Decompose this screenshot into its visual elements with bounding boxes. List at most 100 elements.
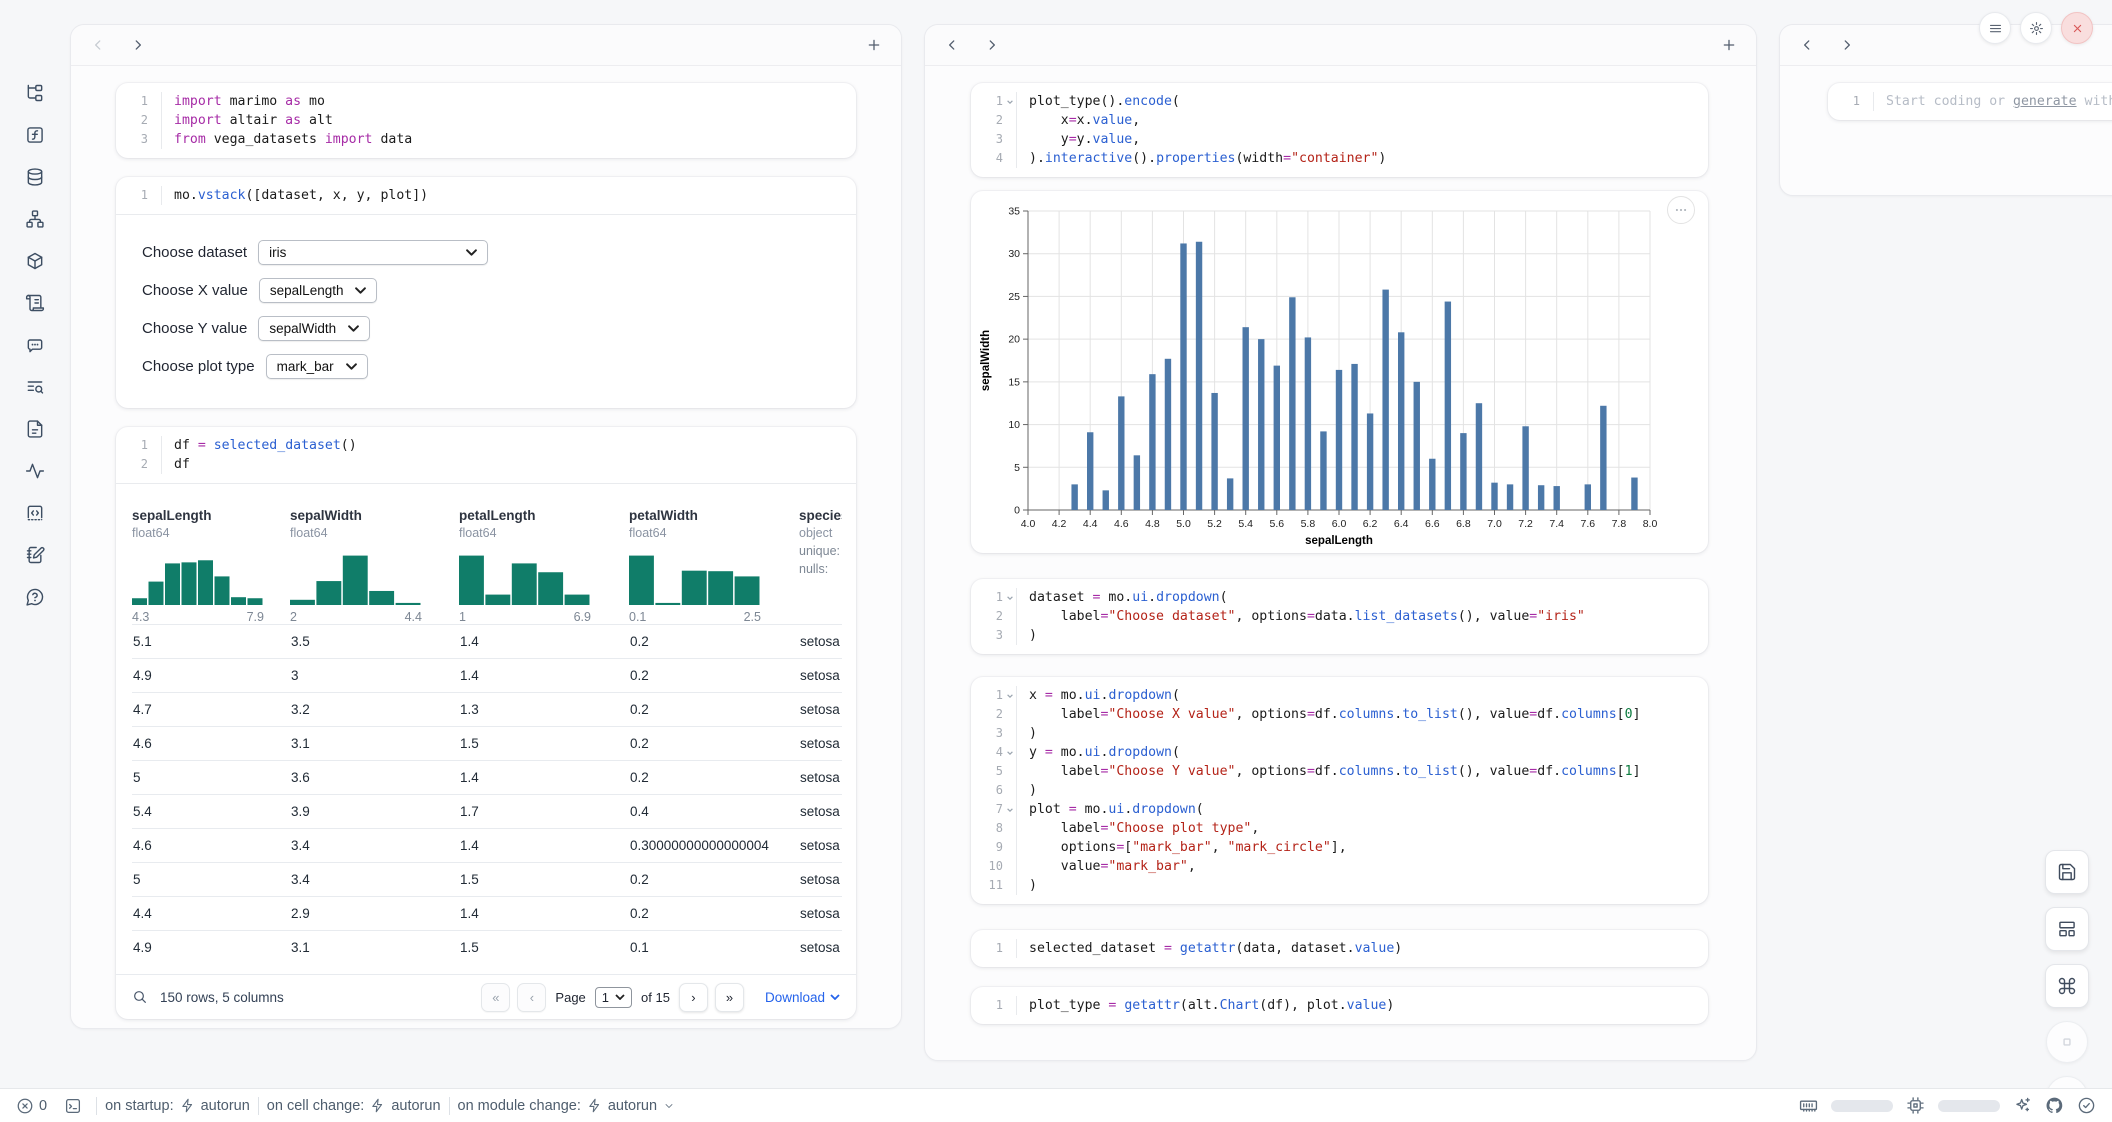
code-line[interactable]: 3from vega_datasets import data [116, 130, 856, 149]
column-header[interactable]: speciesobjectunique:nulls: [799, 496, 842, 624]
dropdown-select[interactable]: mark_bar [266, 354, 368, 379]
code-line[interactable]: 2import altair as alt [116, 111, 856, 130]
command-palette-button[interactable] [2045, 964, 2089, 1008]
dependency-graph-icon[interactable] [18, 204, 52, 234]
column-prev-button[interactable] [943, 36, 961, 54]
chat-bot-icon[interactable] [18, 330, 52, 360]
package-box-icon[interactable] [18, 246, 52, 276]
table-row[interactable]: 4.63.11.50.2setosa [132, 726, 842, 760]
terminal-icon[interactable] [64, 1097, 82, 1115]
code-line[interactable]: 11) [971, 876, 1708, 895]
scroll-logs-icon[interactable] [18, 288, 52, 318]
column-next-button[interactable] [1838, 36, 1856, 54]
table-row[interactable]: 53.41.50.2setosa [132, 862, 842, 896]
menu-button[interactable] [1979, 12, 2011, 44]
code-line[interactable]: 2df [116, 455, 856, 474]
code-line[interactable]: 4).interactive().properties(width="conta… [971, 149, 1708, 168]
code-line[interactable]: 5 label="Choose Y value", options=df.col… [971, 762, 1708, 781]
add-cell-button[interactable] [1720, 36, 1738, 54]
code-line[interactable]: 4y = mo.ui.dropdown( [971, 743, 1708, 762]
code-line[interactable]: 1plot_type = getattr(alt.Chart(df), plot… [971, 996, 1708, 1015]
code-line[interactable]: 1selected_dataset = getattr(data, datase… [971, 939, 1708, 958]
save-button[interactable] [2045, 850, 2089, 894]
code-line[interactable]: 3 y=y.value, [971, 130, 1708, 149]
code-line[interactable]: 3) [971, 626, 1708, 645]
cell-vstack[interactable]: 1mo.vstack([dataset, x, y, plot]) Choose… [116, 177, 856, 408]
code-line[interactable]: 7plot = mo.ui.dropdown( [971, 800, 1708, 819]
settings-gear-button[interactable] [2020, 12, 2052, 44]
column-next-button[interactable] [129, 36, 147, 54]
table-row[interactable]: 5.43.91.70.4setosa [132, 794, 842, 828]
layout-panels-button[interactable] [2045, 907, 2089, 951]
table-row[interactable]: 53.61.40.2setosa [132, 760, 842, 794]
cell-dataset-dropdown[interactable]: 1dataset = mo.ui.dropdown(2 label="Choos… [971, 579, 1708, 654]
column-header[interactable]: sepalWidthfloat6424.4 [290, 496, 459, 624]
cell-dataframe[interactable]: 1df = selected_dataset()2df sepalLengthf… [116, 427, 856, 1019]
code-line[interactable]: 1import marimo as mo [116, 92, 856, 111]
cell-plot-code[interactable]: 1plot_type().encode(2 x=x.value,3 y=y.va… [971, 83, 1708, 177]
code-line[interactable]: 2 label="Choose dataset", options=data.l… [971, 607, 1708, 626]
column-header[interactable]: petalWidthfloat640.12.5 [629, 496, 799, 624]
ai-sparkles-icon[interactable] [2013, 1096, 2032, 1115]
download-link[interactable]: Download [765, 990, 840, 1005]
fold-toggle-icon[interactable] [1003, 92, 1016, 111]
bar-chart[interactable]: 4.04.24.44.64.85.05.25.45.65.86.06.26.46… [977, 197, 1708, 549]
file-tree-icon[interactable] [18, 78, 52, 108]
column-header[interactable]: petalLengthfloat6416.9 [459, 496, 629, 624]
cell-plot-type[interactable]: 1plot_type = getattr(alt.Chart(df), plot… [971, 987, 1708, 1024]
on-startup-setting[interactable]: on startup: autorun [105, 1098, 250, 1114]
cell-chart-output[interactable]: 4.04.24.44.64.85.05.25.45.65.86.06.26.46… [971, 191, 1708, 553]
code-line[interactable]: 2 x=x.value, [971, 111, 1708, 130]
code-line[interactable]: 8 label="Choose plot type", [971, 819, 1708, 838]
function-square-icon[interactable] [18, 120, 52, 150]
fold-toggle-icon[interactable] [1003, 588, 1016, 607]
code-line[interactable]: 1dataset = mo.ui.dropdown( [971, 588, 1708, 607]
dropdown-select[interactable]: sepalLength [259, 278, 378, 303]
table-row[interactable]: 5.13.51.40.2setosa [132, 624, 842, 658]
table-row[interactable]: 4.63.41.40.30000000000000004setosa [132, 828, 842, 862]
cell-selected-dataset[interactable]: 1selected_dataset = getattr(data, datase… [971, 930, 1708, 967]
table-row[interactable]: 4.931.40.2setosa [132, 658, 842, 692]
code-snippet-icon[interactable] [18, 498, 52, 528]
code-line[interactable]: 6) [971, 781, 1708, 800]
table-row[interactable]: 4.93.11.50.1setosa [132, 930, 842, 964]
chart-options-button[interactable] [1667, 196, 1695, 224]
code-line[interactable]: 2 label="Choose X value", options=df.col… [971, 705, 1708, 724]
dropdown-select[interactable]: sepalWidth [258, 316, 370, 341]
code-line[interactable]: 1Start coding or generate with [1828, 92, 2112, 111]
last-page-button[interactable]: » [715, 983, 744, 1012]
help-chat-icon[interactable] [18, 582, 52, 612]
table-row[interactable]: 4.42.91.40.2setosa [132, 896, 842, 930]
cell-imports[interactable]: 1import marimo as mo2import altair as al… [116, 83, 856, 158]
add-cell-button[interactable] [865, 36, 883, 54]
github-icon[interactable] [2045, 1096, 2064, 1115]
on-module-change-setting[interactable]: on module change: autorun [458, 1098, 676, 1114]
dropdown-select[interactable]: iris [258, 240, 488, 265]
code-line[interactable]: 10 value="mark_bar", [971, 857, 1708, 876]
activity-pulse-icon[interactable] [18, 456, 52, 486]
scratchpad-icon[interactable] [18, 540, 52, 570]
table-row[interactable]: 4.73.21.30.2setosa [132, 692, 842, 726]
cell-empty-editor[interactable]: 1Start coding or generate with [1828, 83, 2112, 120]
column-next-button[interactable] [983, 36, 1001, 54]
database-icon[interactable] [18, 162, 52, 192]
page-select[interactable]: 1 [595, 987, 632, 1008]
search-list-icon[interactable] [18, 372, 52, 402]
search-icon[interactable] [132, 989, 148, 1005]
fold-toggle-icon[interactable] [1003, 800, 1016, 819]
code-line[interactable]: 1df = selected_dataset() [116, 436, 856, 455]
fold-toggle-icon[interactable] [1003, 743, 1016, 762]
code-line[interactable]: 1plot_type().encode( [971, 92, 1708, 111]
close-button[interactable] [2061, 12, 2093, 44]
on-cell-change-setting[interactable]: on cell change: autorun [267, 1098, 441, 1114]
document-icon[interactable] [18, 414, 52, 444]
stop-button[interactable] [2046, 1021, 2088, 1063]
column-header[interactable]: sepalLengthfloat644.37.9 [132, 496, 290, 624]
code-line[interactable]: 9 options=["mark_bar", "mark_circle"], [971, 838, 1708, 857]
prev-page-button[interactable]: ‹ [517, 983, 546, 1012]
code-line[interactable]: 1x = mo.ui.dropdown( [971, 686, 1708, 705]
error-count-icon[interactable]: 0 [16, 1097, 47, 1115]
code-line[interactable]: 3) [971, 724, 1708, 743]
next-page-button[interactable]: › [679, 983, 708, 1012]
code-line[interactable]: 1mo.vstack([dataset, x, y, plot]) [116, 186, 856, 205]
